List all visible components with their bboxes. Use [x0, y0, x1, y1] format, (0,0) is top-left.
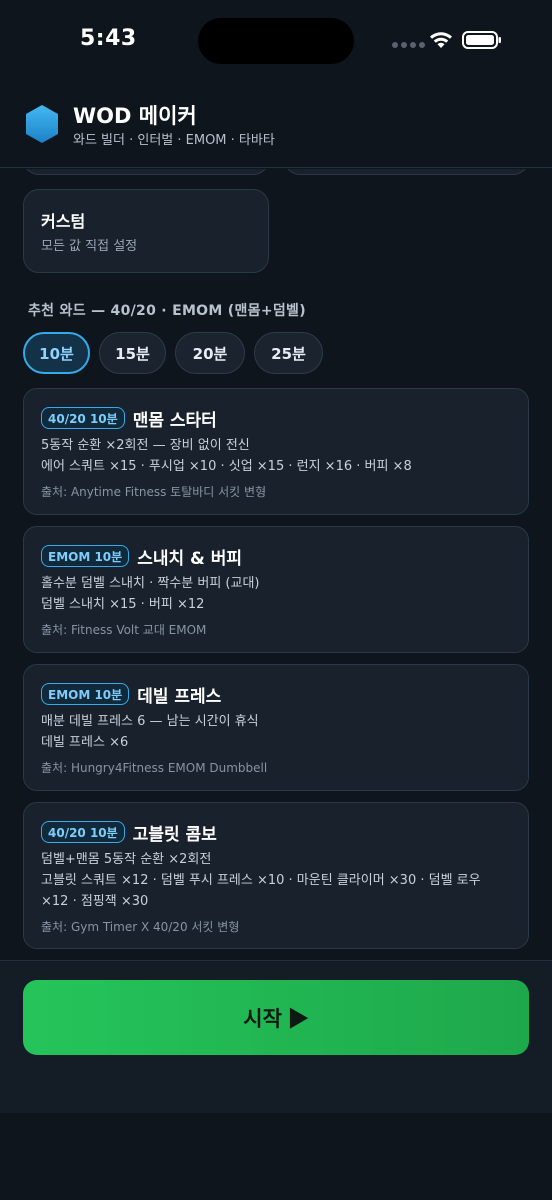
custom-preset-card[interactable]: 커스텀 모든 값 직접 설정: [23, 189, 269, 273]
recommended-section-title: 추천 와드 — 40/20 · EMOM (맨몸+덤벨): [28, 303, 306, 319]
battery-icon: [462, 31, 501, 49]
wod-card[interactable]: 40/20 10분 맨몸 스타터 5동작 순환 ×2회전 — 장비 없이 전신 …: [23, 388, 529, 515]
wod-card-list: 40/20 10분 맨몸 스타터 5동작 순환 ×2회전 — 장비 없이 전신 …: [23, 388, 529, 960]
preset-card-partial[interactable]: [23, 169, 269, 175]
scroll-area[interactable]: 커스텀 모든 값 직접 설정 추천 와드 — 40/20 · EMOM (맨몸+…: [0, 169, 552, 960]
app-subtitle: 와드 빌더 · 인터벌 · EMOM · 타바타: [73, 133, 275, 148]
duration-chip-20[interactable]: 20분: [175, 332, 245, 374]
wod-card-source: 출처: Anytime Fitness 토탈바디 서킷 변형: [41, 485, 267, 499]
status-time: 5:43: [80, 26, 137, 51]
wod-card[interactable]: EMOM 10분 데빌 프레스 매분 데빌 프레스 6 — 남는 시간이 휴식 …: [23, 664, 529, 791]
wod-card-title: 고블릿 콤보: [132, 824, 217, 845]
wod-card-movements: 에어 스쿼트 ×15 · 푸시업 ×10 · 싯업 ×15 · 런지 ×16 ·…: [41, 459, 412, 474]
wod-format-badge: 40/20 10분: [41, 821, 125, 843]
start-button[interactable]: 시작 ▶: [23, 980, 529, 1055]
wod-card-description: 덤벨+맨몸 5동작 순환 ×2회전: [41, 852, 212, 867]
wod-card-title: 데빌 프레스: [137, 686, 222, 707]
wod-card-title: 맨몸 스타터: [132, 410, 217, 431]
duration-chip-15[interactable]: 15분: [99, 332, 166, 374]
wod-format-badge: EMOM 10분: [41, 545, 130, 567]
bottom-action-bar: 시작 ▶: [0, 960, 552, 1113]
dynamic-island: [198, 18, 354, 64]
wod-card-description: 매분 데빌 프레스 6 — 남는 시간이 휴식: [41, 714, 259, 729]
wod-card-title: 스내치 & 버피: [137, 548, 243, 569]
app-title: WOD 메이커: [73, 104, 197, 128]
wod-card-description: 5동작 순환 ×2회전 — 장비 없이 전신: [41, 438, 250, 453]
wod-card-description: 홀수분 덤벨 스내치 · 짝수분 버피 (교대): [41, 576, 260, 591]
hexagon-logo-icon: [26, 105, 58, 143]
wod-card-source: 출처: Gym Timer X 40/20 서킷 변형: [41, 920, 240, 934]
duration-chips: 10분 15분 20분 25분: [23, 332, 323, 374]
status-bar: 5:43: [0, 0, 552, 84]
wifi-icon: [430, 32, 452, 48]
wod-format-badge: 40/20 10분: [41, 407, 125, 429]
wod-format-badge: EMOM 10분: [41, 683, 130, 705]
wod-card[interactable]: EMOM 10분 스내치 & 버피 홀수분 덤벨 스내치 · 짝수분 버피 (교…: [23, 526, 529, 653]
wod-card-movements: 데빌 프레스 ×6: [41, 735, 129, 750]
wod-card-source: 출처: Hungry4Fitness EMOM Dumbbell: [41, 761, 268, 775]
wod-card-movements: 고블릿 스쿼트 ×12 · 덤벨 푸시 프레스 ×10 · 마운틴 클라이머 ×…: [41, 873, 481, 888]
custom-card-title: 커스텀: [41, 212, 86, 231]
custom-card-subtitle: 모든 값 직접 설정: [41, 239, 138, 254]
cellular-signal-icon: [392, 42, 425, 48]
wod-card[interactable]: 40/20 10분 고블릿 콤보 덤벨+맨몸 5동작 순환 ×2회전 고블릿 스…: [23, 802, 529, 949]
wod-card-movements-cont: ×12 · 점핑잭 ×30: [41, 894, 149, 909]
wod-card-movements: 덤벨 스내치 ×15 · 버피 ×12: [41, 597, 205, 612]
duration-chip-25[interactable]: 25분: [254, 332, 323, 374]
duration-chip-10[interactable]: 10분: [23, 332, 90, 374]
app-header: WOD 메이커 와드 빌더 · 인터벌 · EMOM · 타바타: [0, 84, 552, 168]
preset-card-partial[interactable]: [284, 169, 529, 175]
wod-card-source: 출처: Fitness Volt 교대 EMOM: [41, 623, 207, 637]
home-indicator-area: [0, 1113, 552, 1200]
start-button-label: 시작 ▶: [243, 1007, 309, 1031]
